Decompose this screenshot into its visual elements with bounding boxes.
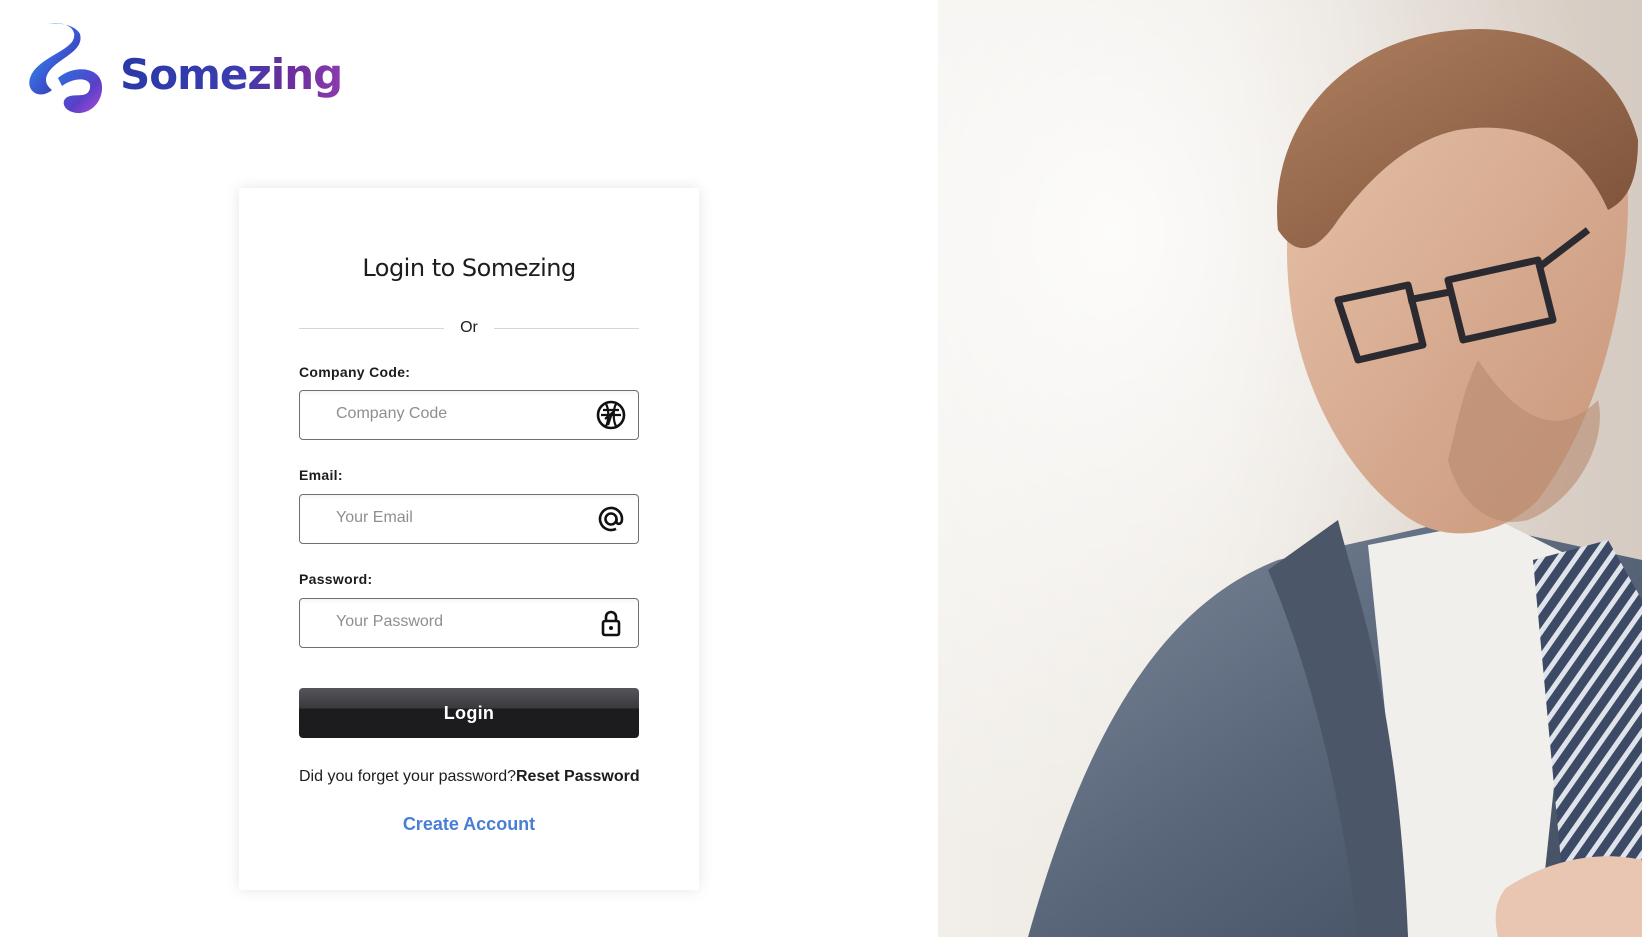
reset-password-link[interactable]: Reset Password <box>516 768 640 785</box>
create-account-row: Create Account <box>239 814 699 835</box>
email-label: Email: <box>299 467 343 483</box>
brand-logo[interactable]: Somezing <box>18 20 343 120</box>
lock-icon <box>601 610 621 637</box>
create-account-link[interactable]: Create Account <box>403 814 535 834</box>
company-code-label: Company Code: <box>299 364 411 380</box>
logo-mark-icon <box>29 23 103 114</box>
password-input[interactable] <box>336 599 586 645</box>
password-field[interactable] <box>299 598 639 648</box>
or-divider: Or <box>299 318 639 338</box>
hero-image <box>938 0 1642 937</box>
company-code-field[interactable] <box>299 390 639 440</box>
forgot-password-row: Did you forget your password?Reset Passw… <box>299 768 640 786</box>
at-sign-icon <box>598 506 624 532</box>
email-field[interactable] <box>299 494 639 544</box>
brand-name: Somezing <box>120 49 343 99</box>
page-title: Login to Somezing <box>362 254 576 283</box>
email-input[interactable] <box>336 495 586 541</box>
login-button[interactable]: Login <box>299 688 639 738</box>
password-label: Password: <box>299 571 373 587</box>
login-card: Login to Somezing Or Company Code: Email… <box>239 188 699 890</box>
company-code-input[interactable] <box>336 391 586 437</box>
forgot-password-text: Did you forget your password? <box>299 768 516 785</box>
globe-icon <box>596 400 626 430</box>
businessman-photo <box>938 0 1642 937</box>
divider-line-right <box>494 328 639 329</box>
login-pane: Somezing Login to Somezing Or Company Co… <box>0 0 938 937</box>
